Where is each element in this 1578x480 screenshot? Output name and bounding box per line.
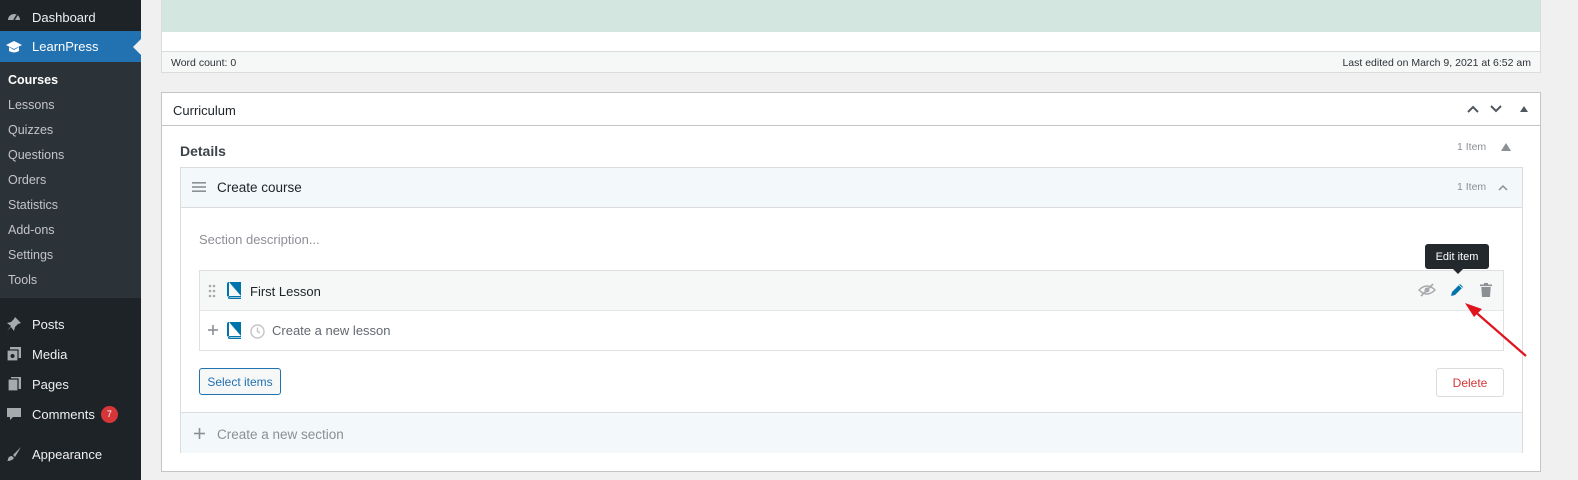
annotation-arrow <box>1465 303 1527 357</box>
